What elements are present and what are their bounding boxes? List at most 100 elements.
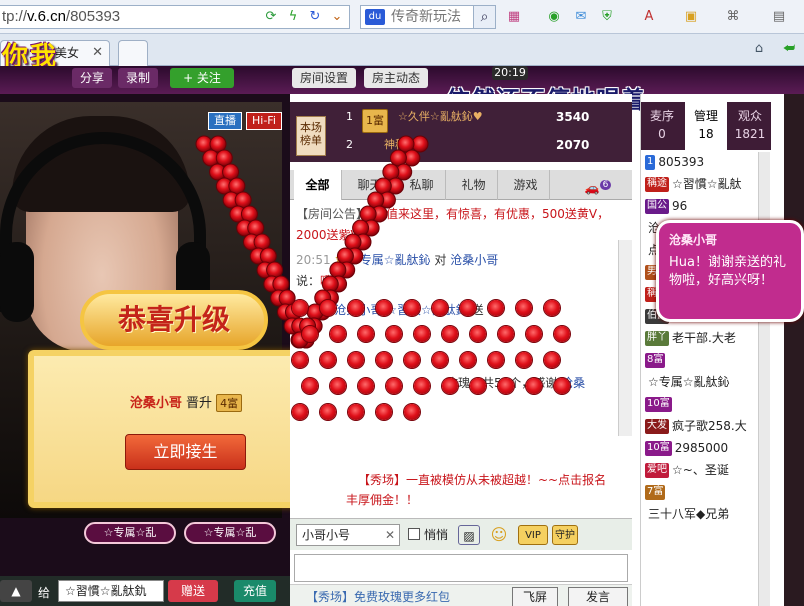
- tab-queue[interactable]: 麦序 0: [641, 102, 683, 150]
- apps-icon[interactable]: ▦: [505, 8, 523, 26]
- message-target[interactable]: 沧桑小哥: [450, 253, 498, 267]
- rose-icon: [554, 326, 570, 342]
- rose-icon: [414, 378, 430, 394]
- user-row[interactable]: 10富 2985000: [645, 438, 759, 458]
- upgrade-user: 沧桑小哥: [129, 396, 182, 411]
- guard-button[interactable]: 守护: [552, 525, 578, 545]
- share-button[interactable]: 分享: [72, 68, 112, 88]
- emoji-icon[interactable]: ☺: [488, 525, 510, 545]
- gift-recipient-select[interactable]: ☆習慣☆亂舦釚: [58, 580, 164, 602]
- rose-icon: [386, 326, 402, 342]
- search-button[interactable]: ⌕: [473, 6, 495, 28]
- more-icon[interactable]: ▤: [770, 8, 788, 26]
- user-row[interactable]: 爱吧 ☆~、圣诞: [645, 460, 759, 480]
- rose-icon: [554, 378, 570, 394]
- tab-games[interactable]: 游戏: [502, 170, 550, 200]
- user-row[interactable]: 三十八军◆兄弟: [645, 504, 759, 524]
- compat-icon[interactable]: ϟ: [284, 8, 302, 26]
- chat-message: 20:51 ♛ ☆专属☆亂舦鈊 对 沧桑小哥 说：哦了: [296, 250, 616, 292]
- user-row[interactable]: 7富: [645, 482, 759, 502]
- gift-dropdown[interactable]: ▲: [0, 580, 32, 602]
- chat-textarea[interactable]: [294, 554, 628, 582]
- user-row[interactable]: 大发 疯子歌258.大: [645, 416, 759, 436]
- user-name: ☆专属☆亂舦鈊: [648, 375, 730, 389]
- tab-admins[interactable]: 管理 18: [685, 102, 727, 150]
- recharge-button[interactable]: 充值: [234, 580, 276, 602]
- user-row[interactable]: 胖丫 老干部.大老: [645, 328, 759, 348]
- back-icon[interactable]: ⮨: [780, 40, 798, 58]
- ranking-rank-badge: 1富: [362, 109, 388, 133]
- user-row[interactable]: 8富: [645, 350, 759, 370]
- home-icon[interactable]: ⌂: [750, 40, 768, 58]
- user-row[interactable]: 国公 96: [645, 196, 759, 216]
- send-message-button[interactable]: 发言: [568, 587, 628, 606]
- tab-audience[interactable]: 观众 1821: [729, 102, 771, 150]
- rose-icon: [376, 404, 392, 420]
- rose-icon: [292, 300, 308, 316]
- dropdown-icon[interactable]: ⌄: [328, 8, 346, 26]
- tab-chat[interactable]: 聊天: [346, 170, 394, 200]
- mail-icon[interactable]: ✉: [572, 8, 590, 26]
- rose-icon: [442, 378, 458, 394]
- car-count: 6: [599, 180, 612, 190]
- close-tab-icon[interactable]: ✕: [92, 41, 103, 65]
- user-row[interactable]: 10富: [645, 394, 759, 414]
- user-name: 三十八军◆兄弟: [648, 507, 730, 521]
- user-row[interactable]: ☆专属☆亂舦鈊: [645, 372, 759, 392]
- footer-link[interactable]: 【秀场】免费玫瑰更多红包: [306, 588, 450, 605]
- rose-icon: [414, 326, 430, 342]
- user-badge: 稱途: [645, 177, 669, 192]
- rose-icon: [488, 300, 504, 316]
- user-row[interactable]: 1 805393: [645, 152, 759, 172]
- upgrade-verb: 晋升: [186, 396, 213, 411]
- shield-icon[interactable]: ⛨: [598, 8, 616, 26]
- fly-screen-button[interactable]: 飞屏: [512, 587, 558, 606]
- game-icon[interactable]: ⌘: [724, 8, 742, 26]
- refresh-icon[interactable]: ↻: [306, 8, 324, 26]
- ranking-row[interactable]: 2 神秘人 2070: [346, 134, 636, 156]
- tab-gifts[interactable]: 礼物: [450, 170, 498, 200]
- rose-icon: [404, 404, 420, 420]
- clear-nickname-icon[interactable]: ✕: [385, 525, 395, 545]
- tab-title: 美女: [55, 46, 80, 60]
- tab-admins-label: 管理: [693, 109, 718, 123]
- url-domain: v.6.cn: [27, 8, 66, 25]
- accept-upgrade-button[interactable]: 立即接生: [125, 434, 246, 470]
- follow-button[interactable]: + 关注: [170, 68, 234, 88]
- message-user[interactable]: ☆专属☆亂舦鈊: [349, 253, 431, 267]
- time-display: 20:19: [492, 66, 528, 80]
- translate-icon[interactable]: A: [640, 8, 658, 26]
- vip-emoji-button[interactable]: VIP: [518, 525, 548, 545]
- chat-scrollbar[interactable]: [618, 240, 632, 436]
- user-name: 2985000: [674, 441, 729, 455]
- tab-private[interactable]: 私聊: [398, 170, 446, 200]
- promo-line-1: 【秀场】一直被模仿从未被超越！~~点击报名: [358, 473, 607, 487]
- baidu-icon[interactable]: du: [365, 9, 385, 25]
- rose-icon: [376, 300, 392, 316]
- record-button[interactable]: 录制: [118, 68, 158, 88]
- chat-promo[interactable]: 【秀场】一直被模仿从未被超越！~~点击报名 丰厚佣金！！: [290, 466, 632, 510]
- room-settings-button[interactable]: 房间设置: [292, 68, 356, 88]
- wechat-icon[interactable]: ◉: [545, 8, 563, 26]
- rose-icon: [358, 326, 374, 342]
- send-gift-button[interactable]: 赠送: [168, 580, 218, 602]
- rose-icon: [526, 378, 542, 394]
- whisper-checkbox[interactable]: [408, 528, 420, 540]
- search-input[interactable]: du 传奇新玩法 ⌕: [360, 5, 496, 29]
- video-icon[interactable]: ▣: [682, 8, 700, 26]
- image-icon[interactable]: ▨: [458, 525, 480, 545]
- tab-queue-label: 麦序: [649, 109, 674, 123]
- new-tab-button[interactable]: [118, 40, 148, 66]
- user-row[interactable]: 稱途 ☆習慣☆亂舦: [645, 174, 759, 194]
- ranking-nick: ☆久伴☆亂舦鈊♥: [398, 110, 483, 123]
- host-activity-button[interactable]: 房主动态: [364, 68, 428, 88]
- crown-icon: ♛: [334, 253, 346, 267]
- ranking-row[interactable]: 1 1富 ☆久伴☆亂舦鈊♥ 3540: [346, 106, 636, 133]
- tab-all[interactable]: 全部: [294, 170, 342, 200]
- rose-icon: [516, 300, 532, 316]
- user-name: 老干部.大老: [672, 331, 736, 345]
- car-icon[interactable]: 🚗 6: [570, 170, 626, 200]
- rose-icon: [348, 404, 364, 420]
- user-badge: 胖丫: [645, 331, 669, 346]
- nickname-select[interactable]: 小哥小号 ✕: [296, 524, 400, 546]
